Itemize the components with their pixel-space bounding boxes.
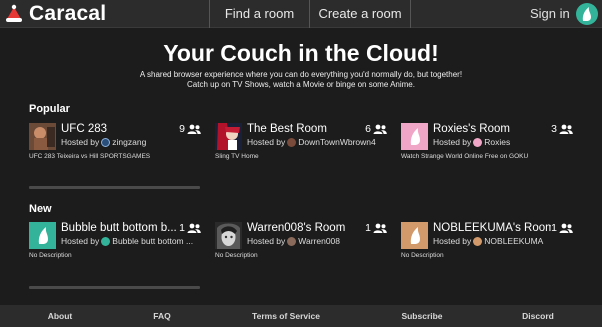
users-icon	[559, 223, 573, 233]
room-title: The Best Room	[247, 123, 327, 135]
room-card-the-best-room[interactable]: The Best Room Hosted by DownTownWbrown4 …	[215, 123, 393, 171]
hero-title: Your Couch in the Cloud!	[163, 40, 439, 66]
room-card-bubble-butt[interactable]: Bubble butt bottom b... Hosted by Bubble…	[29, 222, 207, 270]
footer-link-terms-of-service[interactable]: Terms of Service	[236, 305, 336, 327]
room-thumbnail	[29, 222, 56, 249]
host-name: zingzang	[112, 137, 147, 147]
room-host: Hosted by NOBLEEKUMA	[433, 236, 543, 246]
room-host: Hosted by Roxies	[433, 137, 510, 147]
host-avatar	[101, 236, 111, 246]
host-avatar	[287, 236, 297, 246]
host-avatar	[287, 137, 297, 147]
host-avatar	[101, 137, 111, 147]
hosted-by-label: Hosted by	[247, 236, 286, 246]
room-description: Sling TV Home	[215, 153, 259, 160]
footer-link-subscribe[interactable]: Subscribe	[390, 305, 454, 327]
participant-count: 1	[365, 222, 387, 234]
users-icon	[187, 223, 201, 233]
hosted-by-label: Hosted by	[61, 236, 100, 246]
footer-link-discord[interactable]: Discord	[508, 305, 568, 327]
participant-count-value: 3	[551, 123, 557, 135]
room-thumbnail	[29, 123, 56, 150]
participant-count: 3	[551, 123, 573, 135]
participant-count: 1	[179, 222, 201, 234]
room-host: Hosted by DownTownWbrown4	[247, 137, 376, 147]
room-description: No Description	[401, 252, 444, 259]
room-title: Roxies's Room	[433, 123, 510, 135]
participant-count-value: 6	[365, 123, 371, 135]
host-avatar	[473, 137, 483, 147]
host-name: Warren008	[298, 236, 341, 246]
footer-link-about[interactable]: About	[30, 305, 90, 327]
logo[interactable]: Caracal	[4, 2, 106, 26]
room-thumbnail	[401, 222, 428, 249]
hosted-by-label: Hosted by	[433, 236, 472, 246]
room-card-roxies-room[interactable]: Roxies's Room Hosted by Roxies 3 Watch S…	[401, 123, 579, 171]
section-title-popular: Popular	[29, 103, 70, 115]
host-name: DownTownWbrown4	[298, 137, 376, 147]
top-navigation-bar: Caracal Find a room Create a room Sign i…	[0, 0, 602, 28]
host-name: Roxies	[484, 137, 511, 147]
room-host: Hosted by Bubble butt bottom ...	[61, 236, 193, 246]
host-name: Bubble butt bottom ...	[112, 236, 194, 246]
footer: About FAQ Terms of Service Subscribe Dis…	[0, 305, 602, 327]
participant-count-value: 1	[365, 222, 371, 234]
room-card-nobleekuma[interactable]: NOBLEEKUMA's Room Hosted by NOBLEEKUMA 1…	[401, 222, 579, 270]
footer-link-faq[interactable]: FAQ	[132, 305, 192, 327]
room-thumbnail	[401, 123, 428, 150]
section-divider	[29, 286, 200, 289]
participant-count: 1	[551, 222, 573, 234]
room-thumbnail	[215, 222, 242, 249]
room-title: NOBLEEKUMA's Room	[433, 222, 551, 234]
room-description: UFC 283 Teixeira vs Hill SPORTSGAMES	[29, 153, 151, 160]
room-description: Watch Strange World Online Free on GOKU	[401, 153, 529, 160]
hosted-by-label: Hosted by	[247, 137, 286, 147]
participant-count: 6	[365, 123, 387, 135]
room-card-ufc-283[interactable]: UFC 283 Hosted by zingzang 9 UFC 283 Tei…	[29, 123, 207, 171]
caracal-avatar-icon[interactable]	[576, 3, 598, 25]
hero-subtitle-line-1: A shared browser experience where you ca…	[139, 70, 463, 79]
host-name: NOBLEEKUMA	[484, 236, 544, 246]
room-title: UFC 283	[61, 123, 108, 135]
room-card-warren008[interactable]: Warren008's Room Hosted by Warren008 1 N…	[215, 222, 393, 270]
room-host: Hosted by zingzang	[61, 137, 146, 147]
host-avatar	[473, 236, 483, 246]
participant-count-value: 1	[179, 222, 185, 234]
users-icon	[373, 223, 387, 233]
section-title-new: New	[29, 203, 52, 215]
users-icon	[373, 124, 387, 134]
participant-count-value: 1	[551, 222, 557, 234]
room-title: Bubble butt bottom b...	[61, 222, 177, 234]
room-description: No Description	[29, 252, 72, 259]
section-divider	[29, 186, 200, 189]
nav-create-a-room[interactable]: Create a room	[309, 0, 411, 28]
nav-find-a-room[interactable]: Find a room	[209, 0, 309, 28]
room-description: No Description	[215, 252, 258, 259]
users-icon	[187, 124, 201, 134]
hosted-by-label: Hosted by	[61, 137, 100, 147]
room-title: Warren008's Room	[247, 222, 346, 234]
logo-text: Caracal	[29, 2, 107, 25]
room-thumbnail	[215, 123, 242, 150]
hero-subtitle-line-2: Catch up on TV Shows, watch a Movie or b…	[187, 80, 415, 89]
users-icon	[559, 124, 573, 134]
hosted-by-label: Hosted by	[433, 137, 472, 147]
room-host: Hosted by Warren008	[247, 236, 340, 246]
sign-in-link[interactable]: Sign in	[530, 6, 570, 21]
caracal-santa-hat-icon	[6, 4, 22, 22]
participant-count-value: 9	[179, 123, 185, 135]
participant-count: 9	[179, 123, 201, 135]
